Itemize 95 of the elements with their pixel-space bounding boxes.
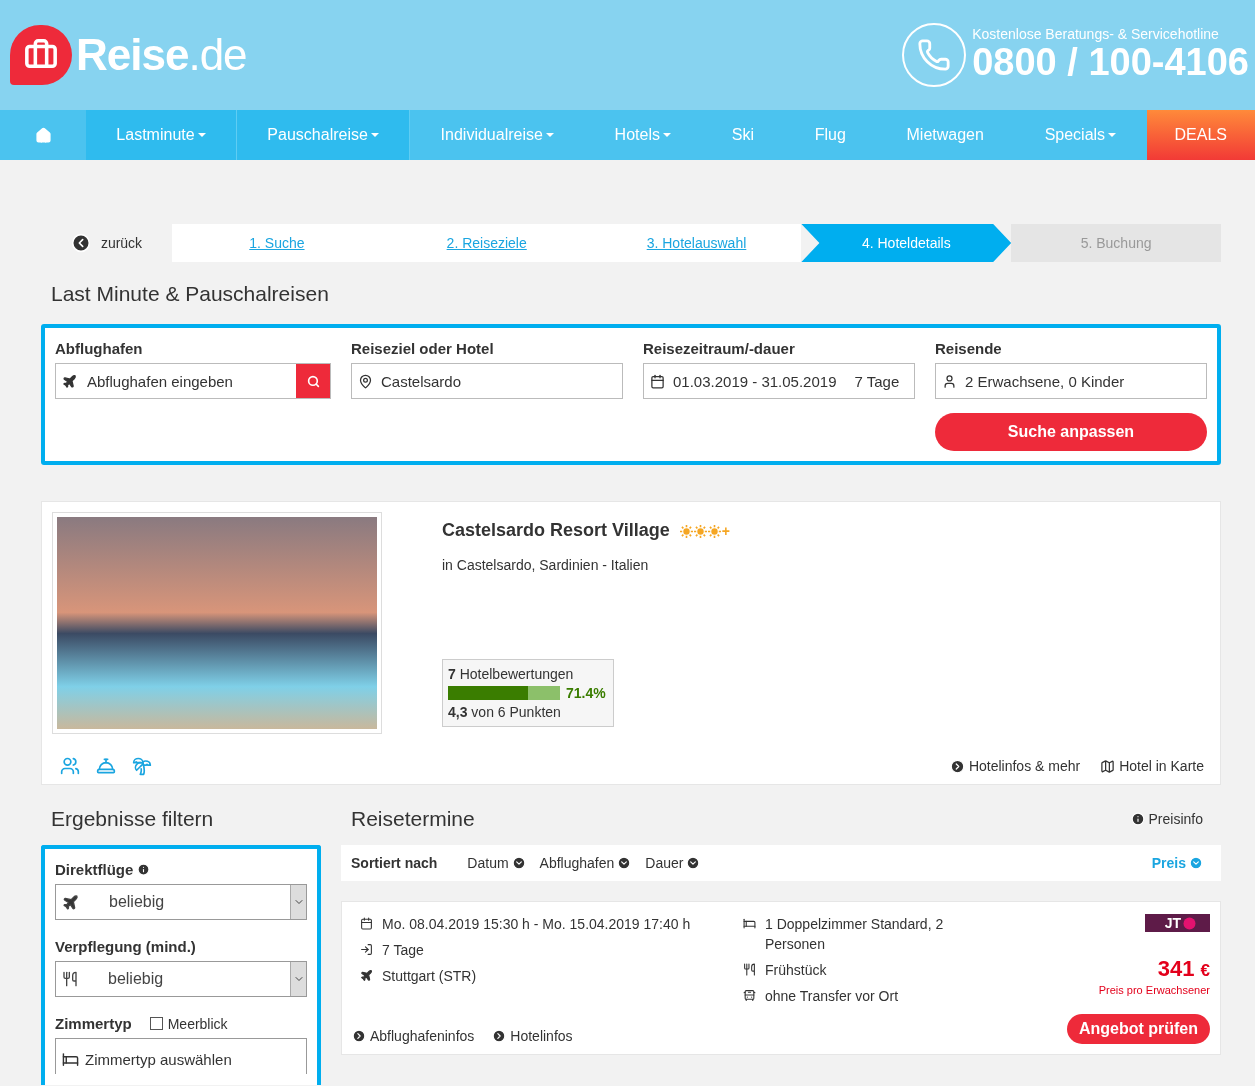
- sort-option[interactable]: Dauer: [645, 855, 701, 871]
- info-icon: [1130, 812, 1145, 826]
- operator-logo: JT: [1144, 914, 1210, 932]
- price-note: Preis pro Erwachsener: [1098, 984, 1210, 996]
- cutlery-icon: [743, 963, 756, 976]
- field-label: Zimmertyp: [55, 1015, 132, 1032]
- back-icon: [70, 233, 91, 253]
- progress-step[interactable]: 4. Hoteldetails: [801, 224, 1012, 262]
- sort-option[interactable]: Abflughafen: [539, 855, 632, 871]
- sun-star-icon: [707, 524, 721, 538]
- calendar-icon: [360, 917, 373, 930]
- caret-icon: [370, 133, 379, 137]
- service-bell-icon: [96, 756, 116, 776]
- offer-dates: Mo. 08.04.2019 15:30 h - Mo. 15.04.2019 17:40 h: [382, 915, 691, 934]
- progress-step[interactable]: 3. Hotelauswahl: [591, 224, 802, 262]
- offer-price: 341 €: [1157, 956, 1210, 982]
- seaview-checkbox[interactable]: Meerblick: [149, 1015, 228, 1032]
- offer-link[interactable]: Hotelinfos: [492, 1028, 573, 1044]
- caret-icon: [1108, 133, 1117, 137]
- field-label: Reisezeitraum/-dauer: [643, 340, 796, 357]
- beach-icon: [132, 756, 152, 776]
- offer-link[interactable]: Abflughafeninfos: [352, 1028, 475, 1044]
- plane-icon: [360, 969, 373, 982]
- plane-icon: [62, 893, 79, 911]
- field-label: Reiseziel oder Hotel: [351, 340, 495, 357]
- rating-percent: 71.4%: [566, 685, 606, 701]
- offer-duration: 7 Tage: [382, 941, 424, 960]
- nav-link[interactable]: Pauschalreise: [237, 110, 411, 160]
- nav-link[interactable]: Lastminute: [86, 110, 237, 160]
- select-field[interactable]: beliebig: [55, 884, 307, 920]
- plus-sign: +: [721, 523, 730, 540]
- duration-icon: [360, 943, 373, 956]
- family-icon: [60, 756, 80, 776]
- field-label: Verpflegung (mind.): [55, 938, 197, 955]
- input-field[interactable]: 01.03.2019 - 31.05.2019 7 Tage: [643, 363, 915, 399]
- offer-transfer: ohne Transfer vor Ort: [765, 987, 899, 1006]
- suitcase-logo-icon: [10, 25, 72, 85]
- offer-room: 1 Doppelzimmer Standard, 2 Personen: [765, 915, 945, 954]
- offer-airport: Stuttgart (STR): [382, 967, 477, 986]
- input-field[interactable]: Abflughafen eingeben: [55, 363, 331, 399]
- hotel-link[interactable]: Hotel in Karte: [1100, 758, 1204, 774]
- chevron-down-circle-icon: [1189, 856, 1203, 870]
- calendar-icon: [650, 373, 665, 389]
- check-offer-button[interactable]: Angebot prüfen: [1066, 1014, 1210, 1044]
- sun-star-icon: [679, 524, 693, 538]
- map-icon: [1100, 758, 1116, 774]
- progress-step[interactable]: 5. Buchung: [1011, 224, 1221, 262]
- input-field[interactable]: Castelsardo: [351, 363, 623, 399]
- chevron-circle-icon: [949, 758, 965, 774]
- chevron-down-circle-icon: [511, 856, 526, 870]
- search-button[interactable]: [296, 364, 330, 398]
- sort-option[interactable]: Datum: [467, 855, 526, 871]
- plane-icon: [62, 373, 77, 389]
- progress-step[interactable]: 1. Suche: [172, 224, 382, 262]
- chevron-down-circle-icon: [617, 856, 632, 870]
- home-icon: [34, 126, 52, 144]
- person-icon: [942, 373, 957, 389]
- bed-icon: [743, 917, 756, 930]
- sort-label: Sortiert nach: [351, 855, 438, 871]
- rating-score: 4,3 von 6 Punkten: [448, 704, 562, 720]
- chevron-circle-icon: [352, 1029, 366, 1043]
- section-title: Last Minute & Pauschalreisen: [51, 282, 330, 306]
- search-icon: [306, 374, 320, 388]
- offer-board: Frühstück: [765, 961, 827, 980]
- field-label: Reisende: [935, 340, 1003, 357]
- caret-icon: [662, 133, 671, 137]
- bed-icon: [62, 1051, 79, 1068]
- deals-nav-link[interactable]: DEALS: [1146, 110, 1255, 160]
- field-label: Direktflüge: [55, 861, 307, 878]
- hotel-location: in Castelsardo, Sardinien - Italien: [442, 557, 650, 573]
- hotel-link[interactable]: Hotelinfos & mehr: [949, 758, 1081, 774]
- section-title: Ergebnisse filtern: [51, 807, 215, 831]
- chevron-down-circle-icon: [686, 856, 701, 870]
- caret-icon: [197, 133, 206, 137]
- field-label: Abflughafen: [55, 340, 144, 357]
- hotline-number: 0800 / 100-4106: [972, 42, 1249, 84]
- search-submit-button[interactable]: Suche anpassen: [935, 413, 1207, 451]
- sun-star-icon: [693, 524, 707, 538]
- back-link[interactable]: zurück: [41, 224, 172, 262]
- cutlery-icon: [62, 971, 78, 987]
- select-field[interactable]: Zimmertyp auswählen: [55, 1038, 307, 1074]
- info-icon: [137, 863, 151, 876]
- select-field[interactable]: beliebig: [55, 961, 307, 997]
- input-field[interactable]: 2 Erwachsene, 0 Kinder: [935, 363, 1207, 399]
- hotline-label: Kostenlose Beratungs- & Servicehotline: [972, 26, 1220, 43]
- sort-option[interactable]: Preis: [1151, 855, 1203, 871]
- phone-icon: [902, 23, 967, 87]
- map-pin-icon: [358, 373, 373, 389]
- price-info-link[interactable]: Preisinfo: [1130, 811, 1203, 827]
- progress-step[interactable]: 2. Reiseziele: [381, 224, 592, 262]
- hotel-name: Castelsardo Resort Village: [442, 520, 670, 540]
- chevron-circle-icon: [492, 1029, 507, 1043]
- section-title: Reisetermine: [351, 807, 475, 831]
- caret-icon: [545, 133, 554, 137]
- review-count: 7 Hotelbewertungen: [448, 666, 575, 682]
